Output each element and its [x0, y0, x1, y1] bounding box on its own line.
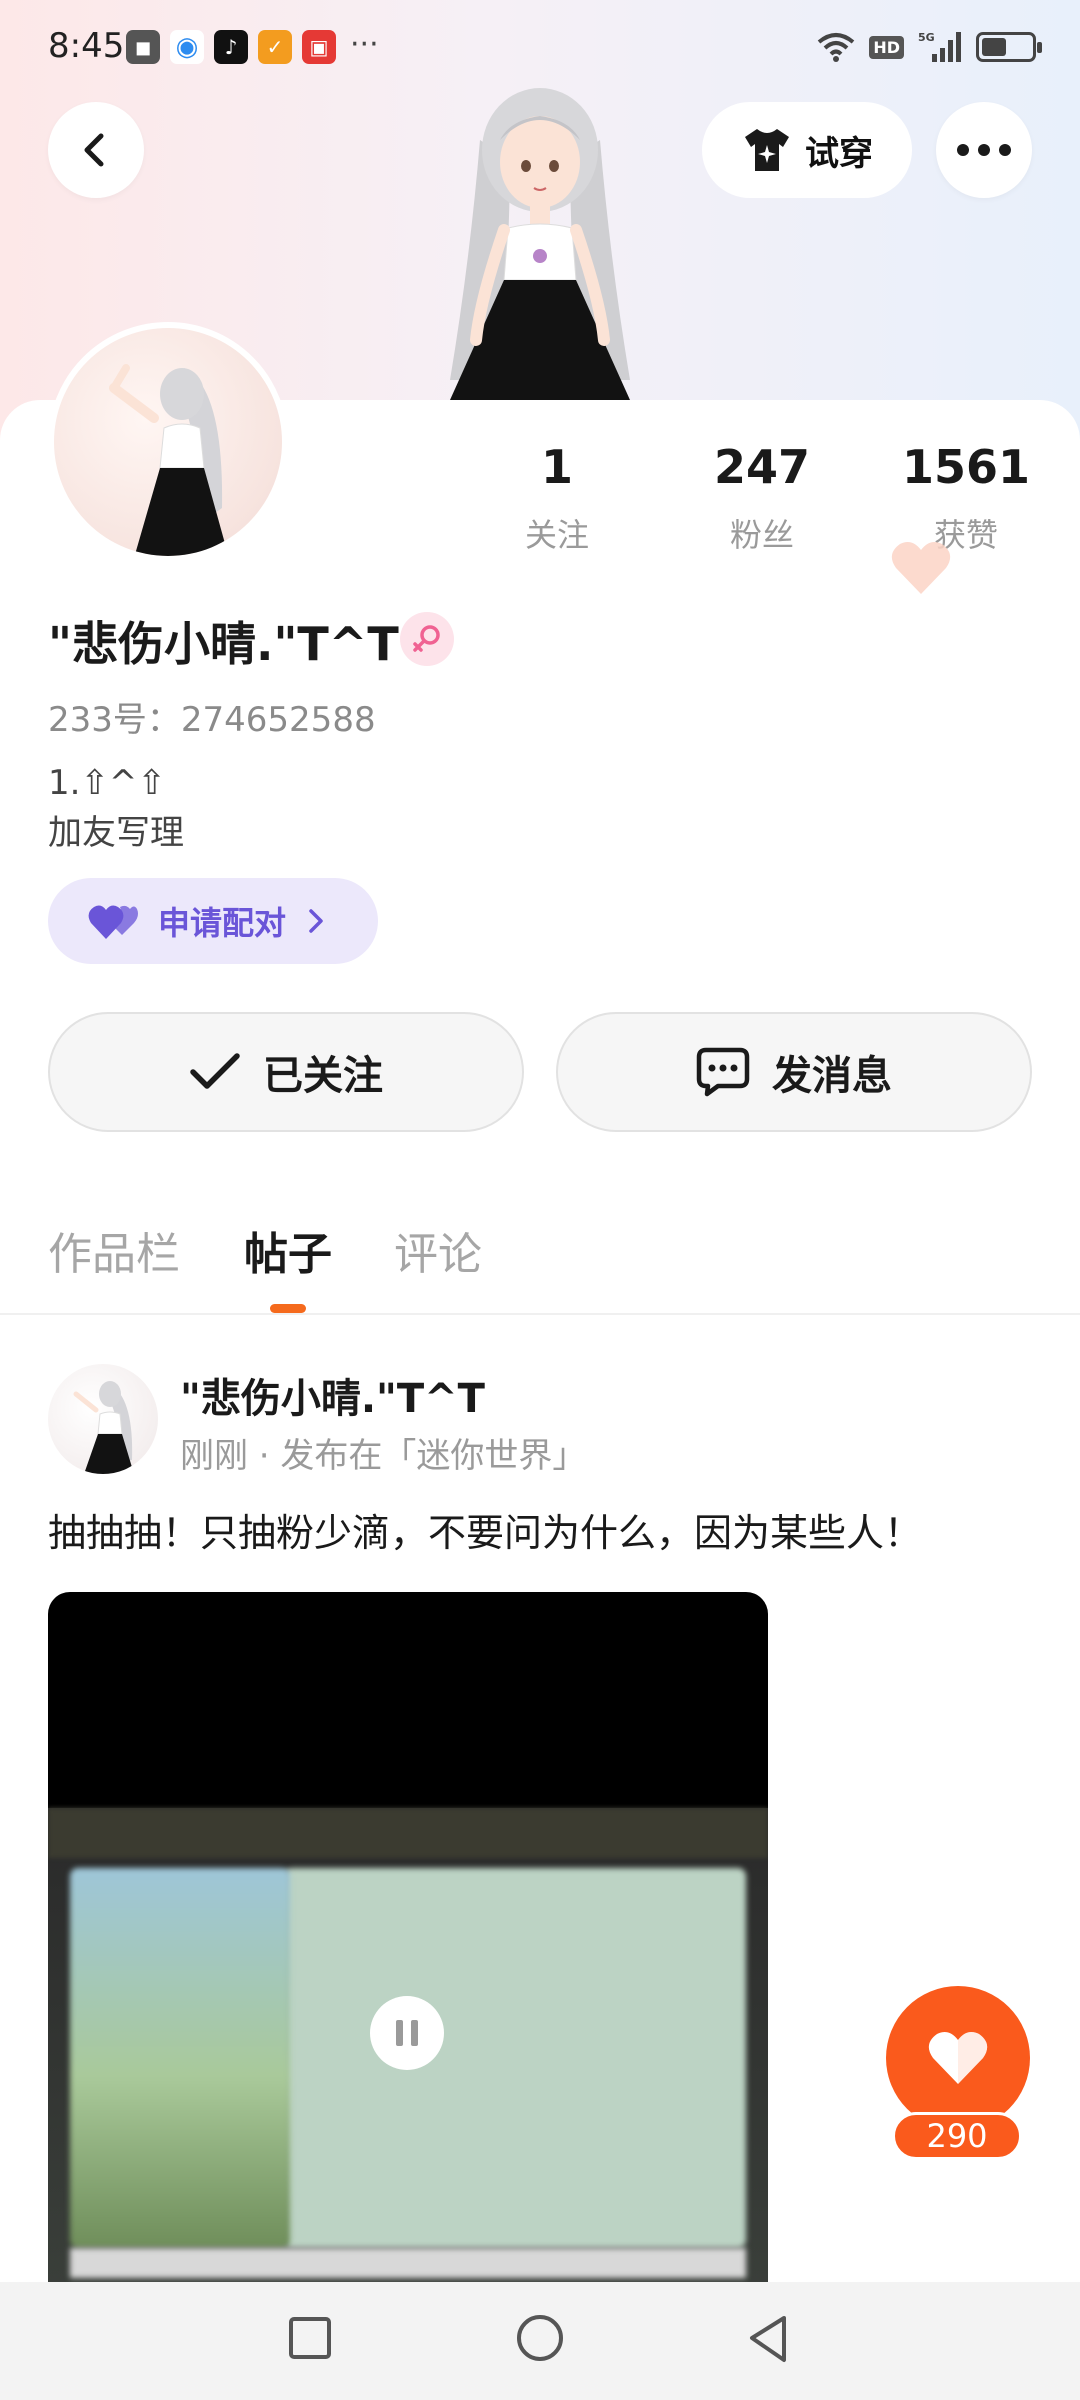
double-heart-icon	[88, 905, 138, 939]
wifi-icon	[818, 33, 855, 62]
chat-bubble-icon	[696, 1047, 750, 1097]
like-fab-button[interactable]	[886, 1986, 1030, 2130]
stat-following[interactable]: 1 关注	[477, 440, 637, 556]
recent-apps-icon[interactable]	[286, 2314, 334, 2362]
post-meta: 刚刚 · 发布在「迷你世界」	[180, 1436, 587, 1476]
tab-comments[interactable]: 评论	[394, 1218, 482, 1282]
post-avatar-image	[73, 1381, 134, 1474]
more-horizontal-icon	[957, 144, 1011, 156]
chevron-left-icon	[84, 133, 104, 167]
red-app-notification-icon: ▣	[302, 30, 336, 64]
tab-divider	[0, 1313, 1080, 1315]
orange-app-notification-icon: ✓	[258, 30, 292, 64]
following-label: 关注	[524, 516, 589, 554]
tab-posts[interactable]: 帖子	[244, 1218, 332, 1282]
fans-count: 247	[713, 440, 811, 494]
tab-works[interactable]: 作品栏	[48, 1218, 180, 1282]
back-button[interactable]	[48, 102, 144, 198]
app-notification-icon: ◼	[126, 30, 160, 64]
more-notifications-icon: ···	[350, 27, 379, 62]
user-id: 233号：274652588	[48, 700, 376, 740]
post-text[interactable]: 抽抽抽！只抽粉少滴，不要问为什么，因为某些人！	[48, 1502, 922, 1557]
bio-line: 加友写理	[48, 813, 184, 853]
like-count-badge: 290	[892, 2112, 1022, 2160]
profile-avatar[interactable]	[48, 322, 288, 562]
battery-icon	[976, 32, 1042, 62]
more-options-button[interactable]	[936, 102, 1032, 198]
gender-female-badge	[400, 612, 454, 666]
try-on-label: 试穿	[805, 133, 873, 174]
back-nav-icon[interactable]	[744, 2314, 792, 2366]
followed-label: 已关注	[263, 1053, 383, 1099]
post-video[interactable]	[48, 1592, 768, 2292]
stat-likes[interactable]: 1561 获赞	[886, 440, 1046, 556]
stat-fans[interactable]: 247 粉丝	[682, 440, 842, 556]
tshirt-sparkle-icon	[745, 129, 789, 171]
following-count: 1	[540, 440, 573, 494]
home-icon[interactable]	[514, 2314, 566, 2366]
tiktok-notification-icon: ♪	[214, 30, 248, 64]
chevron-right-icon	[309, 909, 323, 933]
post-author-name[interactable]: "悲伤小晴."T^T	[180, 1366, 485, 1424]
signal-label: 5G	[918, 31, 935, 44]
avatar-character-illustration	[450, 88, 630, 400]
likes-count: 1561	[901, 440, 1031, 494]
send-message-label: 发消息	[772, 1053, 892, 1099]
post-author-avatar[interactable]	[48, 1364, 158, 1474]
heart-decoration-icon	[891, 542, 951, 594]
status-time: 8:45	[48, 26, 125, 66]
try-on-button[interactable]: 试穿	[702, 102, 912, 198]
request-pair-button[interactable]: 申请配对	[48, 878, 378, 964]
notification-icons: ◼ ◉ ♪ ✓ ▣ ···	[126, 30, 379, 64]
female-symbol-icon	[413, 625, 440, 652]
system-icons: HD 5G	[817, 30, 1042, 64]
send-message-button[interactable]: 发消息	[556, 1012, 1032, 1132]
cellular-signal-icon: 5G	[918, 31, 961, 62]
fans-label: 粉丝	[729, 516, 794, 554]
followed-button[interactable]: 已关注	[48, 1012, 524, 1132]
bio-line: 1.⇧^⇧	[48, 763, 166, 803]
video-pause-button[interactable]	[370, 1996, 444, 2070]
browser-notification-icon: ◉	[170, 30, 204, 64]
heart-icon	[928, 2032, 988, 2084]
avatar-image	[109, 364, 229, 556]
checkmark-icon	[190, 1053, 240, 1089]
profile-username: "悲伤小晴."T^T	[48, 617, 399, 671]
request-pair-label: 申请配对	[158, 904, 287, 942]
active-tab-indicator	[270, 1304, 306, 1313]
profile-bio: 1.⇧^⇧ 加友写理	[48, 758, 184, 858]
hd-badge: HD	[869, 35, 904, 59]
pause-icon	[396, 2020, 403, 2046]
